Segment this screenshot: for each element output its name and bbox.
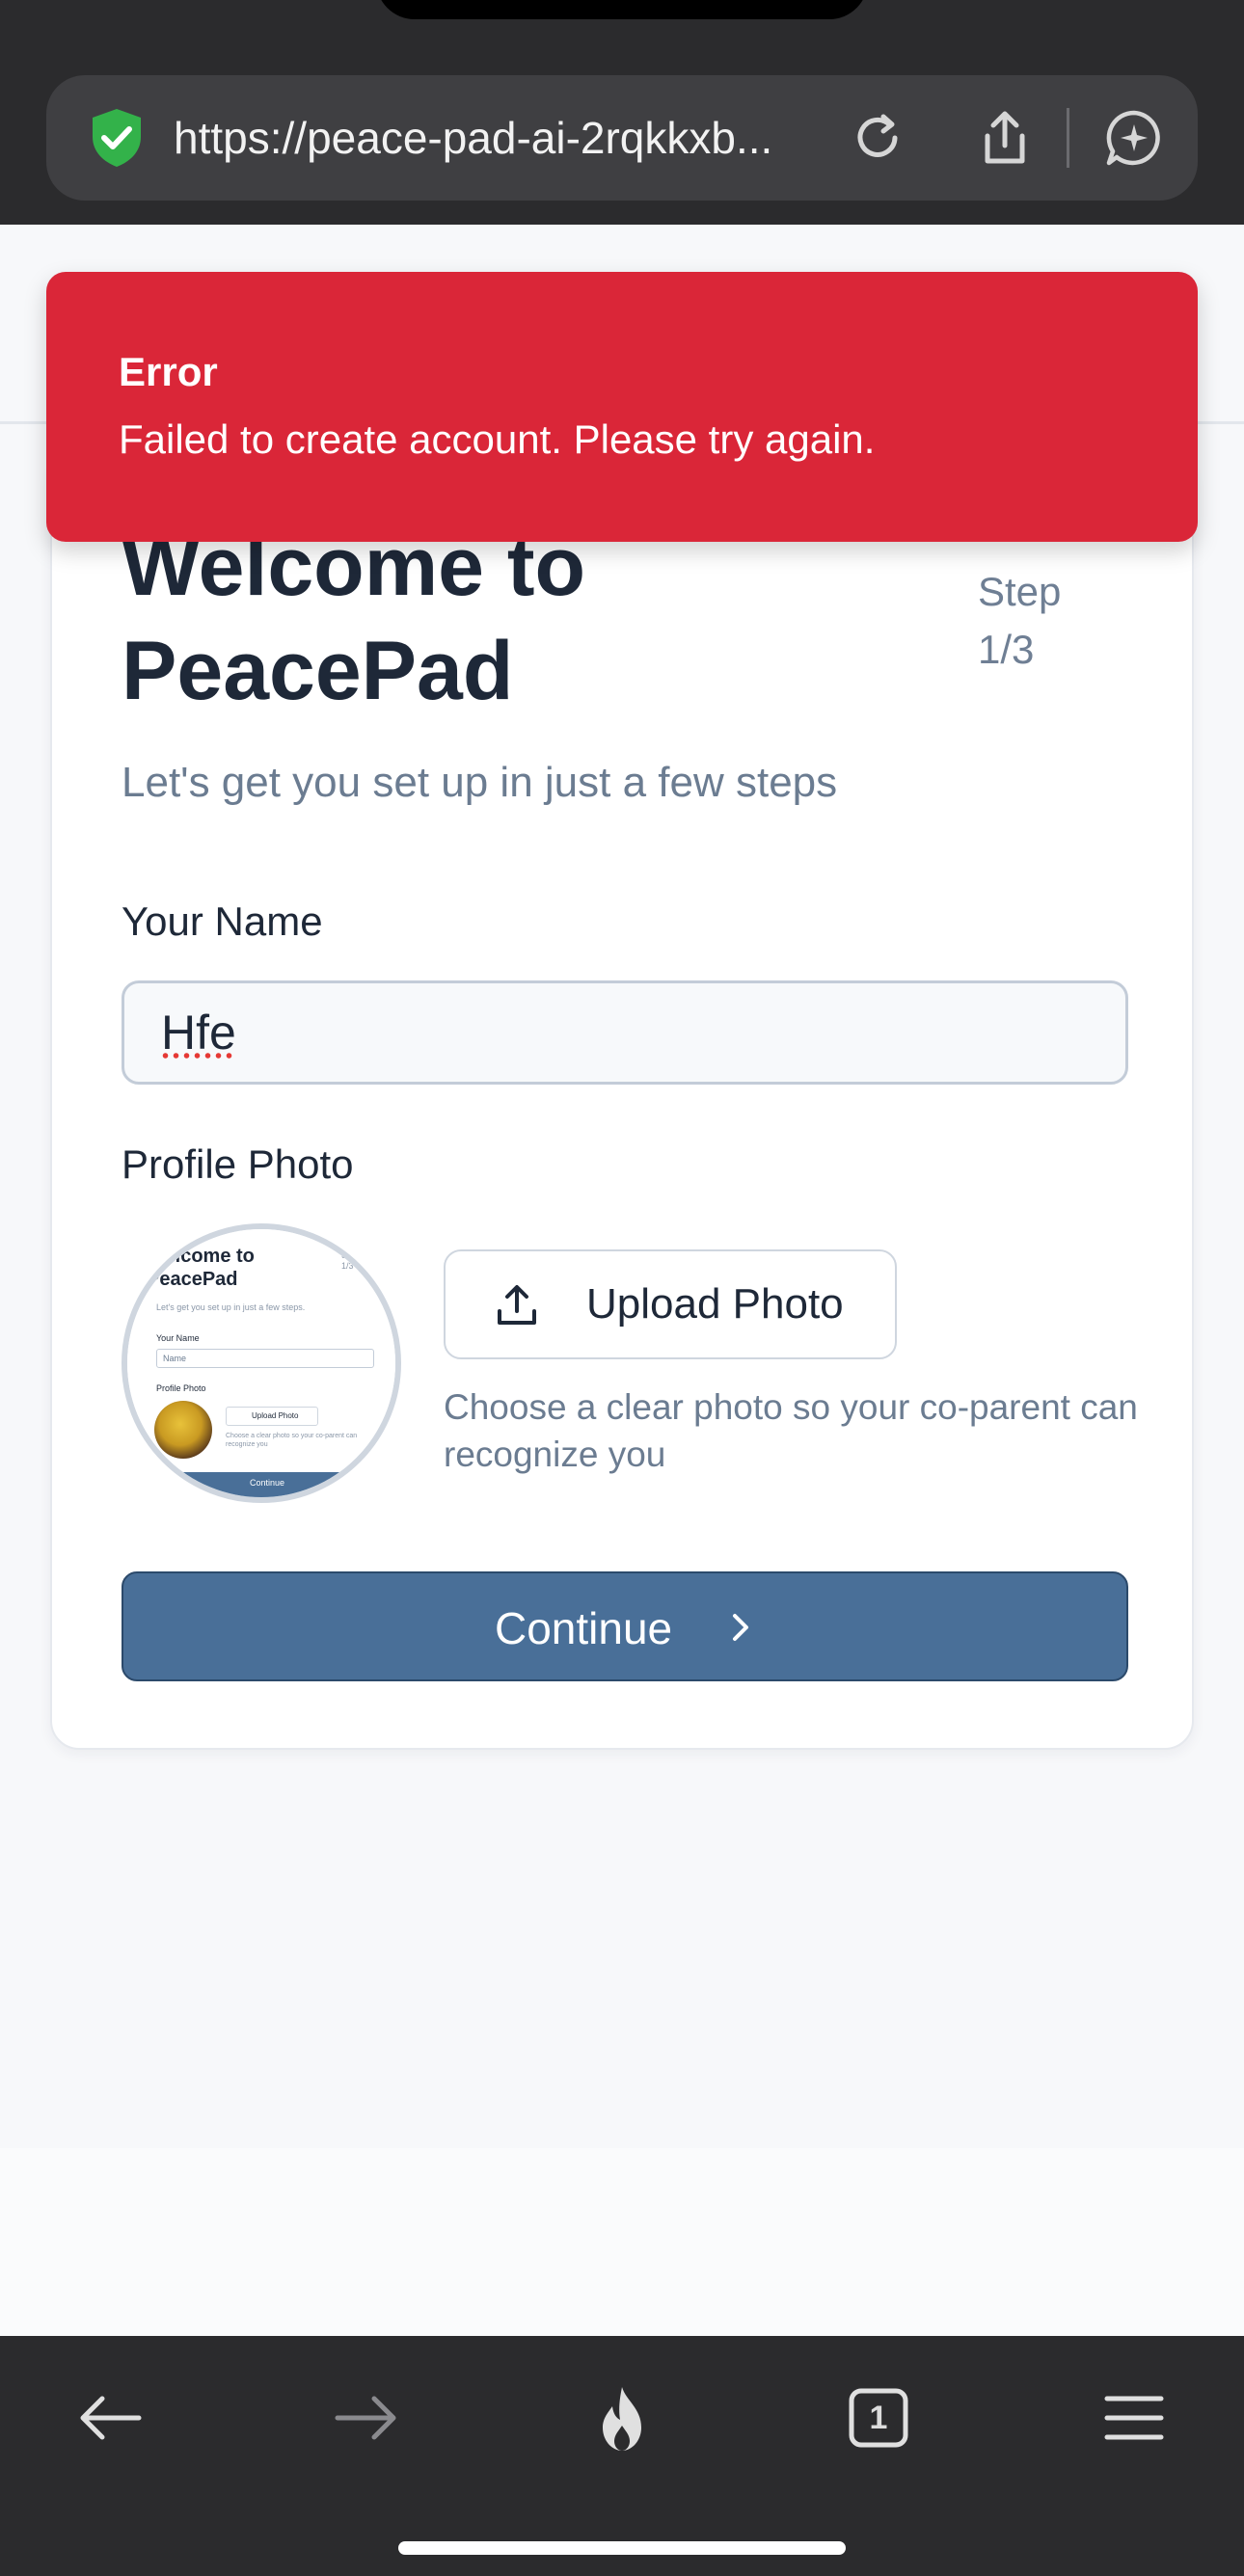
upload-photo-label: Upload Photo — [586, 1280, 844, 1328]
assistant-icon[interactable] — [1103, 107, 1165, 169]
preview-name-label: Your Name — [156, 1333, 200, 1343]
device-notch — [376, 0, 868, 19]
reload-icon[interactable] — [847, 107, 908, 169]
profile-photo-label: Profile Photo — [122, 1141, 354, 1187]
spellcheck-underline — [160, 1053, 233, 1059]
page-subtitle: Let's get you set up in just a few steps — [122, 759, 838, 806]
upload-photo-button[interactable]: Upload Photo — [444, 1249, 897, 1359]
error-toast[interactable]: Error Failed to create account. Please t… — [46, 272, 1198, 542]
upload-icon — [498, 1285, 536, 1325]
preview-subtitle: Let's get you set up in just a few steps… — [156, 1302, 306, 1312]
chevron-right-icon — [733, 1614, 748, 1641]
toast-message: Failed to create account. Please try aga… — [119, 416, 876, 462]
continue-button[interactable]: Continue — [122, 1571, 1128, 1681]
home-indicator[interactable] — [398, 2541, 846, 2555]
browser-top-bar: https://peace-pad-ai-2rqkkxb... — [0, 0, 1244, 225]
preview-step: Step 1/3 — [341, 1250, 360, 1271]
preview-name-input: Name — [156, 1349, 374, 1368]
preview-continue-button: Continue — [127, 1472, 395, 1497]
page-bottom-area — [0, 2148, 1244, 2336]
preview-hint: Choose a clear photo so your co-parent c… — [226, 1433, 358, 1448]
back-arrow-icon[interactable] — [71, 2379, 149, 2456]
preview-avatar-photo — [154, 1401, 212, 1459]
photo-hint: Choose a clear photo so your co-parent c… — [444, 1387, 1138, 1474]
name-label: Your Name — [122, 899, 323, 944]
name-input[interactable] — [122, 980, 1128, 1085]
preview-upload-button: Upload Photo — [226, 1407, 318, 1426]
shield-check-icon[interactable] — [85, 106, 149, 170]
flame-icon[interactable] — [583, 2379, 661, 2456]
onboarding-card: Welcome to PeacePad Step 1/3 Let's get y… — [50, 453, 1194, 1750]
tabs-icon[interactable]: 1 — [840, 2379, 917, 2456]
address-bar[interactable]: https://peace-pad-ai-2rqkkxb... — [46, 75, 1198, 201]
page-title: Welcome to PeacePad — [122, 521, 586, 717]
url-text[interactable]: https://peace-pad-ai-2rqkkxb... — [174, 112, 849, 164]
toast-title: Error — [119, 349, 218, 394]
continue-label: Continue — [495, 1603, 673, 1653]
browser-bottom-bar: 1 — [0, 2336, 1244, 2576]
preview-title: Welcome to PeacePad — [147, 1246, 255, 1290]
avatar-preview[interactable]: Welcome to PeacePad Step 1/3 Let's get y… — [122, 1223, 401, 1503]
share-icon[interactable] — [974, 107, 1036, 169]
menu-icon[interactable] — [1095, 2379, 1173, 2456]
forward-arrow-icon[interactable] — [328, 2379, 405, 2456]
tab-count: 1 — [869, 2400, 888, 2436]
preview-photo-label: Profile Photo — [156, 1383, 206, 1393]
step-indicator: Step 1/3 — [978, 569, 1062, 672]
toolbar-divider — [1067, 108, 1069, 168]
